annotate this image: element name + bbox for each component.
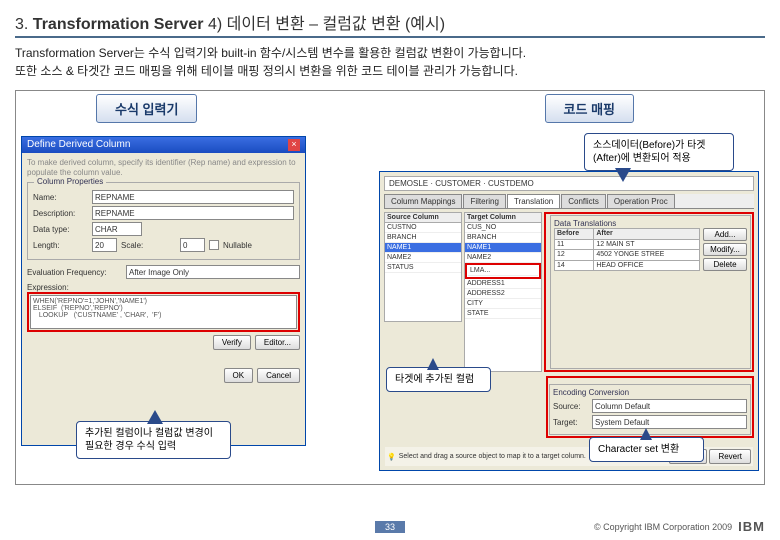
label-expression-editor: 수식 입력기 — [96, 94, 197, 123]
table-row: 14HEAD OFFICE — [555, 260, 700, 271]
dialog-hint: To make derived column, specify its iden… — [27, 158, 300, 177]
group-title: Column Properties — [34, 177, 106, 186]
name-input[interactable]: REPNAME — [92, 190, 294, 204]
source-header: Source Column — [385, 213, 461, 223]
slide-title: 3. Transformation Server 4) 데이터 변환 – 컬럼값… — [15, 10, 765, 34]
list-item[interactable]: ADDRESS1 — [465, 279, 541, 289]
title-number: 3. — [15, 16, 28, 33]
define-derived-column-dialog: Define Derived Column × To make derived … — [21, 136, 306, 446]
list-item[interactable]: NAME2 — [465, 253, 541, 263]
length-label: Length: — [33, 241, 88, 250]
list-item[interactable]: ADDRESS2 — [465, 289, 541, 299]
tab-conflicts[interactable]: Conflicts — [561, 194, 606, 208]
ibm-logo: IBM — [738, 519, 765, 534]
enc-src-label: Source: — [553, 402, 588, 411]
list-item[interactable]: STATUS — [385, 263, 461, 273]
eval-freq-label: Evaluation Frequency: — [27, 268, 122, 277]
list-item[interactable]: LMA... — [468, 266, 538, 276]
expression-label: Expression: — [27, 283, 300, 292]
desc-input[interactable]: REPNAME — [92, 206, 294, 220]
source-column-list[interactable]: Source Column CUSTNO BRANCH NAME1 NAME2 … — [384, 212, 462, 322]
th-before: Before — [555, 229, 594, 240]
translations-title: Data Translations — [554, 219, 747, 228]
enc-tgt-label: Target: — [553, 418, 588, 427]
encoding-title: Encoding Conversion — [553, 388, 747, 397]
tab-column-mappings[interactable]: Column Mappings — [384, 194, 462, 208]
nullable-label: Nullable — [223, 241, 252, 250]
list-item[interactable]: BRANCH — [385, 233, 461, 243]
th-after: After — [594, 229, 700, 240]
breadcrumb: DEMOSLE · CUSTOMER · CUSTDEMO — [384, 176, 754, 191]
target-column-list[interactable]: Target Column CUS_NO BRANCH NAME1 NAME2 … — [464, 212, 542, 372]
tab-bar: Column Mappings Filtering Translation Co… — [384, 194, 754, 209]
datatype-select[interactable]: CHAR — [92, 222, 142, 236]
list-item[interactable]: STATE — [465, 309, 541, 319]
cancel-button[interactable]: Cancel — [257, 368, 300, 383]
target-header: Target Column — [465, 213, 541, 223]
editor-button[interactable]: Editor... — [255, 335, 300, 350]
data-translations-panel: Data Translations BeforeAfter 1112 MAIN … — [550, 215, 751, 369]
list-item[interactable]: CITY — [465, 299, 541, 309]
modify-button[interactable]: Modify... — [703, 243, 747, 256]
callout-charset: Character set 변환 — [589, 437, 704, 462]
title-main: Transformation Server — [33, 16, 204, 33]
dialog-titlebar: Define Derived Column × — [22, 137, 305, 153]
callout-expression: 추가된 컬럼이나 컬럼값 변경이 필요한 경우 수식 입력 — [76, 421, 231, 459]
description: Transformation Server는 수식 입력기와 built-in … — [15, 44, 765, 80]
list-item[interactable]: CUSTNO — [385, 223, 461, 233]
expression-textarea[interactable]: WHEN('REPNO'=1,'JOHN','NAME1') ELSEIF ('… — [30, 295, 297, 329]
list-item[interactable]: BRANCH — [465, 233, 541, 243]
page-number: 33 — [375, 521, 405, 533]
tab-operation[interactable]: Operation Proc — [607, 194, 675, 208]
scale-label: Scale: — [121, 241, 176, 250]
table-row: 124502 YONGE STREE — [555, 250, 700, 261]
label-code-mapping: 코드 매핑 — [545, 94, 634, 123]
eval-freq-select[interactable]: After Image Only — [126, 265, 300, 279]
list-item[interactable]: NAME1 — [385, 243, 461, 253]
column-properties-group: Column Properties Name:REPNAME Descripti… — [27, 182, 300, 260]
footer: 33 © Copyright IBM Corporation 2009 IBM — [0, 519, 780, 534]
callout-before-after: 소스데이터(Before)가 타겟(After)에 변환되어 적용 — [584, 133, 734, 171]
close-icon[interactable]: × — [288, 139, 300, 151]
translations-table: BeforeAfter 1112 MAIN ST 124502 YONGE ST… — [554, 228, 700, 271]
list-item[interactable]: CUS_NO — [465, 223, 541, 233]
nullable-checkbox[interactable] — [209, 240, 219, 250]
dialog-title: Define Derived Column — [27, 139, 130, 151]
name-label: Name: — [33, 193, 88, 202]
delete-button[interactable]: Delete — [703, 258, 747, 271]
list-item[interactable]: NAME2 — [385, 253, 461, 263]
enc-tgt-select[interactable]: System Default — [592, 415, 747, 429]
add-button[interactable]: Add... — [703, 228, 747, 241]
content-frame: 수식 입력기 코드 매핑 Define Derived Column × To … — [15, 90, 765, 485]
callout-added-column: 타겟에 추가된 컬럼 — [386, 367, 491, 392]
data-translations-highlight: Data Translations BeforeAfter 1112 MAIN … — [544, 212, 754, 372]
length-input[interactable]: 20 — [92, 238, 117, 252]
title-sub: 4) 데이터 변환 – 컬럼값 변환 (예시) — [208, 16, 445, 33]
info-icon: 💡 — [387, 453, 396, 461]
info-text: Select and drag a source object to map i… — [399, 453, 586, 460]
tab-translation[interactable]: Translation — [507, 194, 560, 208]
datatype-label: Data type: — [33, 225, 88, 234]
table-row: 1112 MAIN ST — [555, 239, 700, 250]
mapping-editor-window: DEMOSLE · CUSTOMER · CUSTDEMO Column Map… — [379, 171, 759, 471]
slide: 3. Transformation Server 4) 데이터 변환 – 컬럼값… — [0, 0, 780, 540]
scale-input[interactable]: 0 — [180, 238, 205, 252]
tab-filtering[interactable]: Filtering — [463, 194, 505, 208]
expression-highlight: WHEN('REPNO'=1,'JOHN','NAME1') ELSEIF ('… — [27, 292, 300, 332]
copyright: © Copyright IBM Corporation 2009 — [594, 522, 732, 532]
verify-button[interactable]: Verify — [213, 335, 251, 350]
desc-label: Description: — [33, 209, 88, 218]
enc-src-select[interactable]: Column Default — [592, 399, 747, 413]
title-bar: 3. Transformation Server 4) 데이터 변환 – 컬럼값… — [15, 10, 765, 38]
target-added-highlight: LMA... — [465, 263, 541, 279]
revert-button[interactable]: Revert — [709, 449, 751, 464]
ok-button[interactable]: OK — [224, 368, 254, 383]
list-item[interactable]: NAME1 — [465, 243, 541, 253]
